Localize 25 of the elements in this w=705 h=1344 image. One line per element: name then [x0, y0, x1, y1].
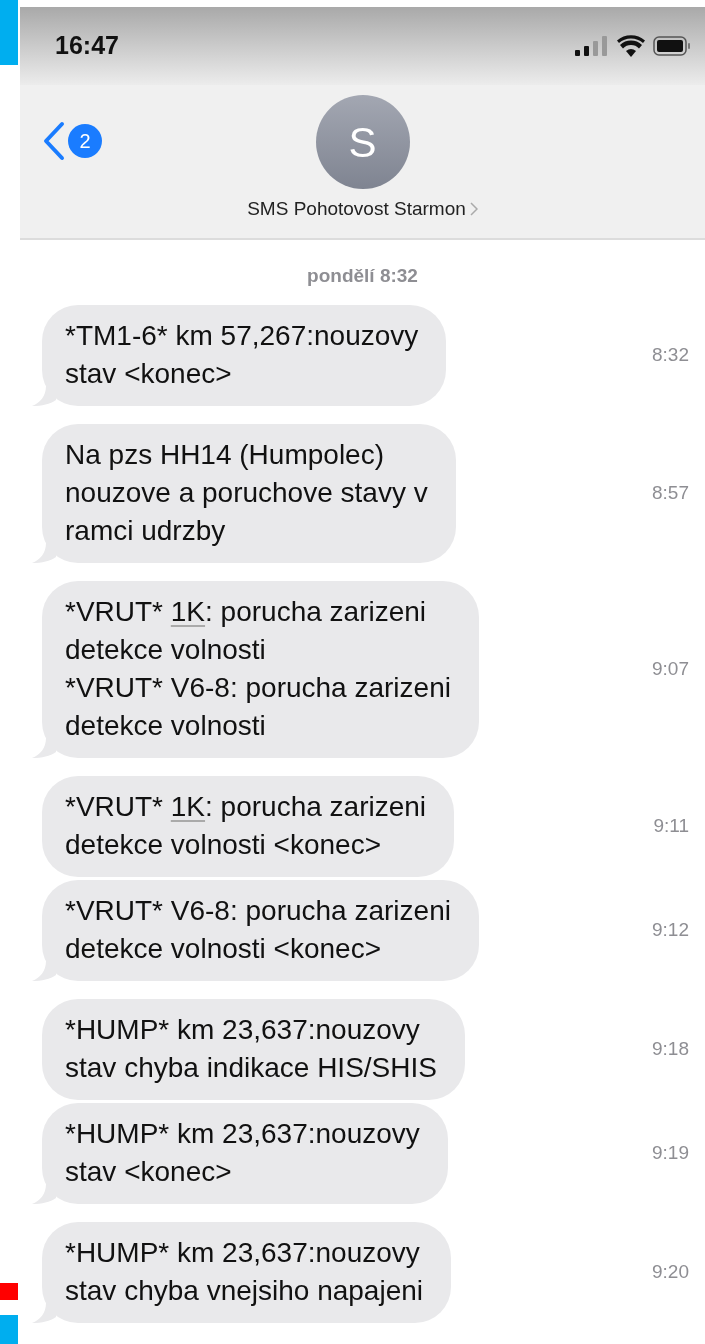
date-label: pondělí 8:32 — [306, 264, 419, 288]
edge-marker — [0, 1283, 18, 1300]
detected-link[interactable]: 1K — [170, 790, 206, 822]
detected-link[interactable]: 1K — [170, 595, 206, 627]
battery-icon — [653, 36, 691, 56]
message-time: 9:19 — [652, 1140, 689, 1165]
message-time: 8:32 — [652, 342, 689, 367]
chevron-icon — [469, 202, 478, 217]
message-bubble: *VRUT* 1K: porucha zarizeni detekce volnosti <konec> — [42, 775, 455, 877]
message-time: 8:57 — [652, 480, 689, 505]
back-button[interactable]: 2 — [42, 121, 102, 161]
back-chevron-icon — [42, 121, 66, 161]
message-time: 9:20 — [652, 1259, 689, 1284]
wifi-icon — [617, 35, 645, 57]
clock-time: 16:47 — [55, 30, 119, 62]
signal-icon — [575, 36, 609, 56]
message-time: 9:07 — [652, 656, 689, 681]
message-time: 9:12 — [652, 917, 689, 942]
message-time: 9:18 — [652, 1036, 689, 1061]
edge-marker — [0, 1315, 18, 1344]
edge-marker — [0, 0, 18, 65]
message-bubble: *HUMP* km 23,637:nouzovy stav chyba indikace HIS/SHIS — [42, 998, 465, 1100]
contact-name-link[interactable]: SMS Pohotovost Starmon — [247, 195, 478, 224]
message-time: 9:11 — [653, 813, 689, 838]
unread-count-badge: 2 — [68, 124, 102, 158]
